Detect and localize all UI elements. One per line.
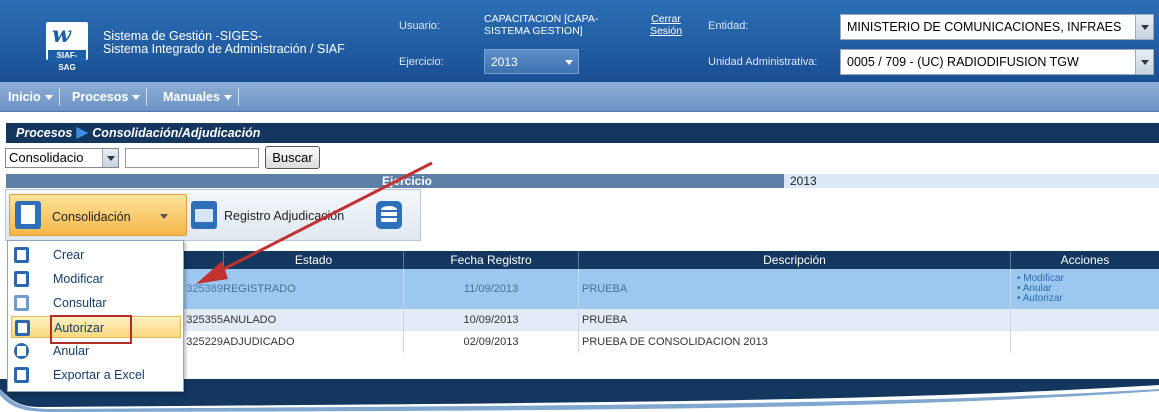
row-acciones: Modificar Anular Autorizar (1010, 269, 1159, 309)
row-descripcion: PRUEBA DE CONSOLIDACION 2013 (578, 331, 1010, 353)
search-input[interactable] (125, 148, 259, 168)
row-id: 325355 (186, 314, 223, 326)
row-descripcion: PRUEBA (578, 269, 1010, 309)
chevron-down-icon (560, 50, 578, 73)
nav-item-manuales[interactable]: Manuales (157, 88, 239, 106)
entidad-select[interactable]: MINISTERIO DE COMUNICACIONES, INFRAES (840, 14, 1154, 40)
breadcrumb-arrow-icon (76, 127, 89, 139)
chevron-down-icon (1135, 50, 1153, 74)
new-document-icon (14, 247, 29, 263)
folder-icon[interactable] (191, 201, 217, 229)
breadcrumb-root[interactable]: Procesos (16, 126, 72, 140)
highlight-box (50, 315, 132, 344)
breadcrumb: Procesos Consolidación/Adjudicación (6, 123, 1159, 143)
row-id: 325229 (186, 336, 223, 348)
app-root: w SIAF-SAG Sistema de Gestión -SIGES- Si… (0, 0, 1159, 412)
ejercicio-bar-label: Ejercicio (6, 174, 784, 188)
pagination-page[interactable]: 1 (585, 364, 591, 376)
view-document-icon (14, 295, 29, 311)
app-title: Sistema de Gestión -SIGES- Sistema Integ… (103, 30, 345, 56)
ejercicio-bar-value: 2013 (790, 174, 817, 188)
col-descripcion: Descripción (578, 251, 1010, 269)
ejercicio-label: Ejercicio: (399, 56, 444, 68)
consolidacion-dropdown-button[interactable]: Consolidación (9, 194, 187, 236)
accion-autorizar-link[interactable]: Autorizar (1017, 294, 1063, 304)
row-fecha: 02/09/2013 (403, 331, 578, 353)
caret-down-icon (160, 214, 168, 219)
row-estado: REGISTRADO (223, 283, 296, 295)
consolidacion-label: Consolidación (52, 210, 131, 224)
document-icon (15, 201, 41, 229)
row-estado: ANULADO (223, 314, 277, 326)
chevron-down-icon (1135, 15, 1153, 39)
entidad-label: Entidad: (708, 20, 749, 32)
search-type-value: Consolidacio (9, 150, 84, 165)
ejercicio-select[interactable]: 2013 (484, 49, 579, 74)
row-descripcion: PRUEBA (578, 309, 1010, 331)
entidad-select-value: MINISTERIO DE COMUNICACIONES, INFRAES (847, 20, 1122, 34)
nav-item-inicio[interactable]: Inicio (2, 88, 60, 106)
usuario-value: CAPACITACION [CAPA-SISTEMA GESTION] (484, 13, 599, 37)
app-title-line2: Sistema Integrado de Administración / SI… (103, 42, 345, 56)
menu-item-exportar-excel[interactable]: Exportar a Excel (11, 364, 181, 386)
col-estado: Estado (223, 251, 403, 269)
registro-adjudicacion-button[interactable]: Registro Adjudicación (224, 209, 344, 223)
unidad-select[interactable]: 0005 / 709 - (UC) RADIODIFUSION TGW (840, 49, 1154, 75)
menu-item-crear[interactable]: Crear (11, 244, 181, 266)
row-estado: ADJUDICADO (223, 336, 295, 348)
usuario-label: Usuario: (399, 20, 440, 32)
unidad-select-value: 0005 / 709 - (UC) RADIODIFUSION TGW (847, 55, 1079, 69)
ejercicio-select-value: 2013 (491, 55, 518, 69)
search-type-select[interactable]: Consolidacio (5, 148, 119, 168)
siaf-logo: w SIAF-SAG (46, 14, 88, 72)
row-acciones (1010, 331, 1159, 353)
main-nav: Inicio Procesos Manuales (0, 82, 1159, 112)
approve-icon (15, 320, 30, 336)
col-fecha-registro: Fecha Registro (403, 251, 578, 269)
cerrar-sesion-link[interactable]: Cerrar Sesión (646, 13, 686, 37)
chevron-down-icon (102, 149, 118, 167)
menu-item-consultar[interactable]: Consultar (11, 292, 181, 314)
caret-down-icon (44, 95, 53, 101)
nav-item-procesos[interactable]: Procesos (66, 88, 148, 106)
buscar-button[interactable]: Buscar (265, 146, 320, 169)
row-fecha: 10/09/2013 (403, 309, 578, 331)
breadcrumb-current: Consolidación/Adjudicación (92, 126, 261, 140)
col-acciones: Acciones (1010, 251, 1159, 269)
menu-item-modificar[interactable]: Modificar (11, 268, 181, 290)
row-acciones (1010, 309, 1159, 331)
app-header: w SIAF-SAG Sistema de Gestión -SIGES- Si… (0, 0, 1159, 82)
save-icon (14, 271, 29, 287)
excel-icon (14, 367, 29, 383)
caret-down-icon (132, 95, 141, 101)
cancel-icon (14, 343, 29, 359)
row-id: 325389 (186, 283, 223, 295)
caret-down-icon (223, 95, 232, 101)
database-icon[interactable] (376, 201, 402, 229)
unidad-label: Unidad Administrativa: (708, 56, 818, 68)
row-fecha: 11/09/2013 (403, 269, 578, 309)
action-toolbar: Consolidación Registro Adjudicación (5, 189, 421, 241)
ejercicio-bar: Ejercicio 2013 (6, 174, 1159, 188)
